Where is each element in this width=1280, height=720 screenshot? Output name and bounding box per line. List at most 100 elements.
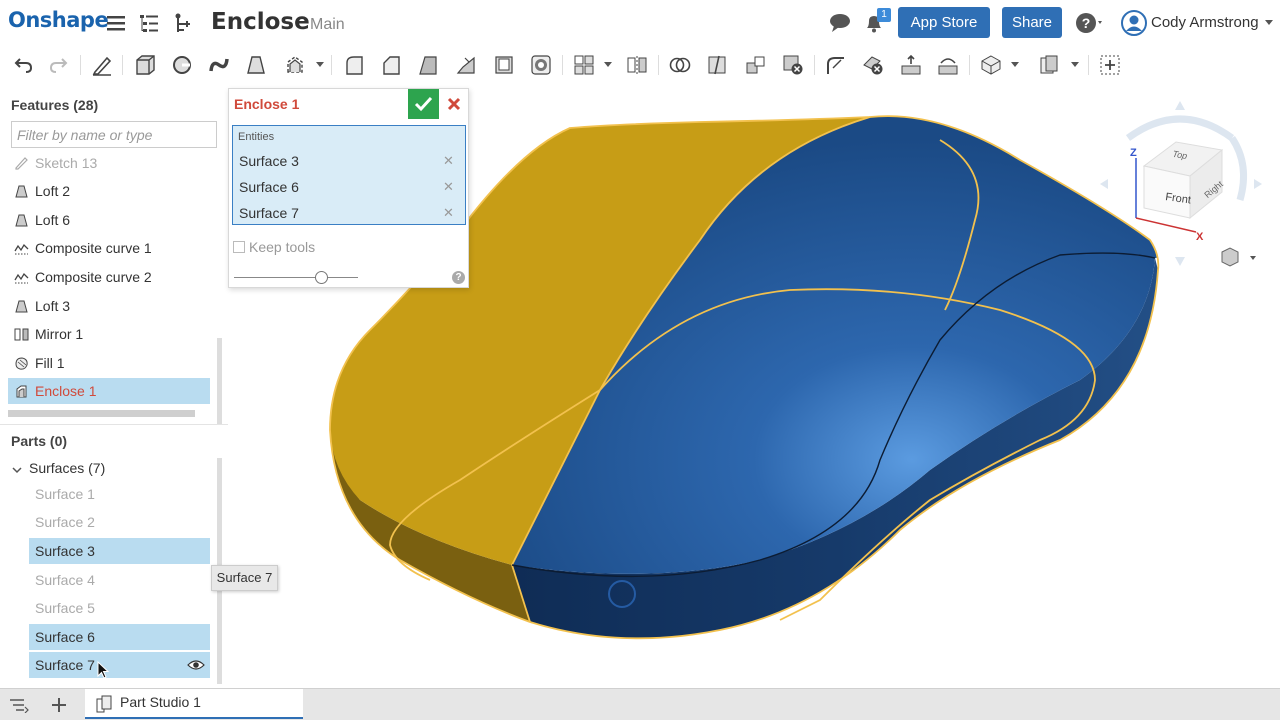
surface-list-item[interactable]: Surface 2 <box>29 509 210 535</box>
chevron-down-icon[interactable] <box>1011 62 1019 67</box>
app-store-button[interactable]: App Store <box>898 7 990 38</box>
feature-list-horizontal-scrollbar[interactable] <box>8 410 195 417</box>
share-button[interactable]: Share <box>1002 7 1062 38</box>
plane-icon[interactable] <box>980 54 1002 76</box>
cancel-button[interactable] <box>444 94 464 114</box>
revolve-icon[interactable] <box>171 54 193 76</box>
surface-list-item[interactable]: Surface 3 <box>29 538 210 564</box>
move-face-icon[interactable] <box>900 54 922 76</box>
thicken-icon[interactable] <box>284 54 306 76</box>
comments-icon[interactable] <box>828 12 852 36</box>
help-icon[interactable]: ? <box>1075 11 1102 35</box>
surface-label: Surface 7 <box>35 657 95 673</box>
remove-entity-icon[interactable]: ✕ <box>443 200 454 226</box>
split-icon[interactable] <box>706 54 728 76</box>
feature-item-loft-2[interactable]: Loft 2 <box>8 178 210 204</box>
dialog-title: Enclose 1 <box>234 96 300 112</box>
boolean-icon[interactable] <box>669 54 691 76</box>
mirror-icon[interactable] <box>626 54 648 76</box>
panel-divider <box>0 424 228 425</box>
chevron-down-icon[interactable] <box>1071 62 1079 67</box>
entity-item[interactable]: Surface 7 ✕ <box>233 200 465 226</box>
feature-item-loft-6[interactable]: Loft 6 <box>8 207 210 233</box>
undo-icon[interactable] <box>12 54 34 76</box>
feature-item-mirror-1[interactable]: Mirror 1 <box>8 321 210 347</box>
feature-item-composite-curve-2[interactable]: Composite curve 2 <box>8 264 210 290</box>
rollback-slider-track[interactable] <box>234 277 358 278</box>
surface-list-item[interactable]: Surface 1 <box>29 481 210 507</box>
help-icon[interactable]: ? <box>452 271 465 284</box>
feature-list-icon[interactable] <box>137 11 161 35</box>
add-tab-icon[interactable] <box>50 696 68 714</box>
rib-icon[interactable] <box>455 54 477 76</box>
instance-list-icon[interactable] <box>170 11 194 35</box>
surface-list-item-hovered[interactable]: Surface 7 <box>29 652 210 678</box>
hole-icon[interactable] <box>530 54 552 76</box>
shell-icon[interactable] <box>493 54 515 76</box>
rotate-left-icon[interactable] <box>1100 179 1108 189</box>
rollback-slider-knob[interactable] <box>314 271 328 284</box>
view-cube[interactable]: Front Top Right Z X <box>1092 98 1262 278</box>
chamfer-icon[interactable] <box>380 54 402 76</box>
add-custom-feature-icon[interactable] <box>1099 54 1121 76</box>
surface-list-item[interactable]: Surface 5 <box>29 595 210 621</box>
entity-item[interactable]: Surface 6 ✕ <box>233 174 465 200</box>
entity-label: Surface 6 <box>239 179 299 195</box>
remove-entity-icon[interactable]: ✕ <box>443 174 454 200</box>
keep-tools-checkbox[interactable] <box>233 241 245 253</box>
delete-part-icon[interactable] <box>782 54 804 76</box>
pattern-icon[interactable] <box>573 54 595 76</box>
loft-icon[interactable] <box>245 54 267 76</box>
eye-icon[interactable] <box>187 659 205 671</box>
tab-part-studio-1[interactable]: Part Studio 1 <box>85 689 303 719</box>
chevron-down-icon[interactable] <box>12 462 22 474</box>
chevron-down-icon[interactable] <box>604 62 612 67</box>
feature-label: Fill 1 <box>35 355 65 371</box>
rotate-down-icon[interactable] <box>1175 257 1185 266</box>
document-title[interactable]: Enclose <box>211 9 310 35</box>
modify-fillet-icon[interactable] <box>825 54 847 76</box>
feature-list-vertical-scrollbar[interactable] <box>217 338 222 424</box>
onshape-app: Onshape Enclose Main 1 App Store Share ?… <box>0 0 1280 720</box>
menu-icon[interactable] <box>104 11 128 35</box>
feature-item-enclose-1[interactable]: Enclose 1 <box>8 378 210 404</box>
draft-icon[interactable] <box>417 54 439 76</box>
mate-connector-icon[interactable] <box>1038 54 1060 76</box>
view-menu-icon[interactable] <box>1221 247 1256 267</box>
replace-face-icon[interactable] <box>937 54 959 76</box>
feature-label: Enclose 1 <box>35 383 97 399</box>
entities-selection-box[interactable]: Entities Surface 3 ✕ Surface 6 ✕ Surface… <box>232 125 466 225</box>
extrude-icon[interactable] <box>134 54 156 76</box>
chevron-down-icon[interactable] <box>316 62 324 67</box>
rotate-right-icon[interactable] <box>1254 179 1262 189</box>
surfaces-group-label[interactable]: Surfaces (7) <box>29 460 105 476</box>
feature-item-loft-3[interactable]: Loft 3 <box>8 293 210 319</box>
loft-icon <box>15 300 28 313</box>
surface-list-item[interactable]: Surface 4 <box>29 567 210 593</box>
redo-icon[interactable] <box>48 54 70 76</box>
rotate-up-icon[interactable] <box>1175 101 1185 110</box>
entity-item[interactable]: Surface 3 ✕ <box>233 148 465 174</box>
transform-icon[interactable] <box>745 54 767 76</box>
feature-item-fill-1[interactable]: Fill 1 <box>8 350 210 376</box>
feature-item-sketch-13[interactable]: Sketch 13 <box>8 150 210 176</box>
fillet-icon[interactable] <box>343 54 365 76</box>
sketch-icon[interactable] <box>91 54 113 76</box>
sweep-icon[interactable] <box>208 54 230 76</box>
part-studio-icon <box>96 695 112 713</box>
feature-item-composite-curve-1[interactable]: Composite curve 1 <box>8 235 210 261</box>
fill-icon <box>15 357 28 370</box>
accept-button[interactable] <box>408 89 439 119</box>
checkmark-icon <box>414 96 433 112</box>
remove-entity-icon[interactable]: ✕ <box>443 148 454 174</box>
delete-face-icon[interactable] <box>862 54 884 76</box>
feature-filter-input[interactable]: Filter by name or type <box>11 121 217 148</box>
composite-curve-icon <box>14 243 29 255</box>
workspace-name[interactable]: Main <box>310 16 345 34</box>
onshape-logo[interactable]: Onshape <box>8 8 109 32</box>
user-name[interactable]: Cody Armstrong <box>1151 14 1259 31</box>
avatar[interactable] <box>1121 10 1147 36</box>
tab-list-icon[interactable] <box>9 697 29 714</box>
surface-list-item[interactable]: Surface 6 <box>29 624 210 650</box>
user-menu-chevron-down-icon[interactable] <box>1265 20 1273 25</box>
